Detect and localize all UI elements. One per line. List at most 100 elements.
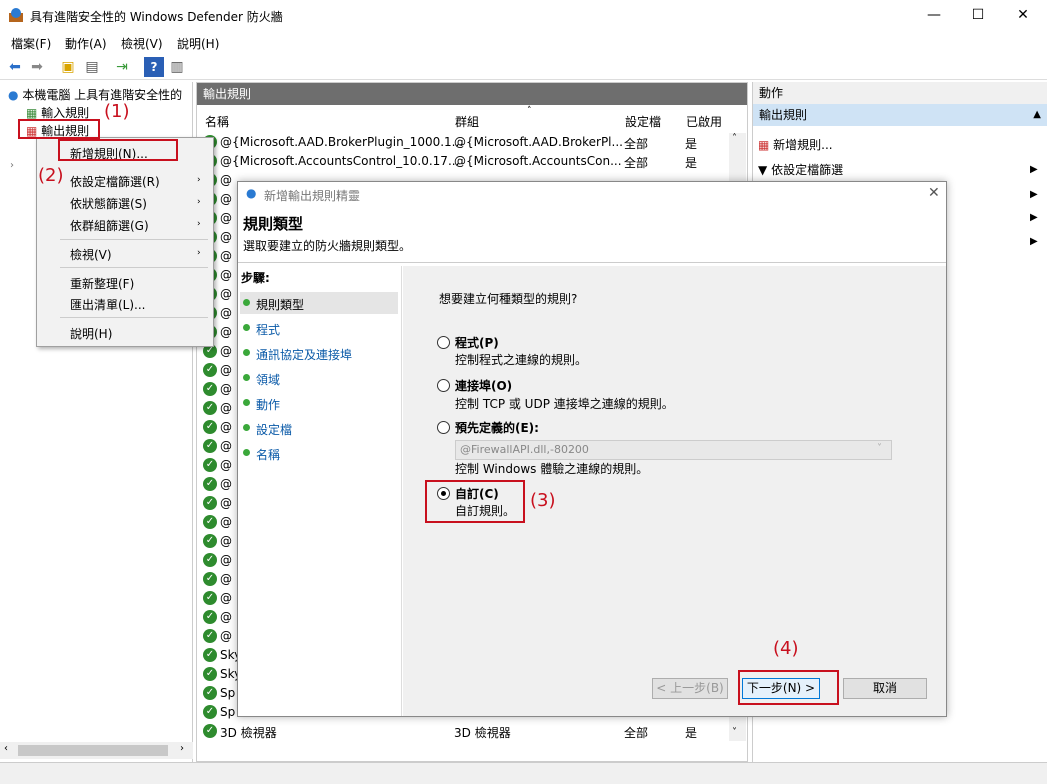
ctx-refresh[interactable]: 重新整理(F)	[70, 275, 134, 292]
filter-icon: ▼	[758, 163, 768, 177]
enabled-check-icon: ✓	[203, 515, 217, 529]
option-program-desc: 控制程式之連線的規則。	[455, 353, 588, 367]
step-name[interactable]: 名稱	[256, 446, 280, 463]
show-hide-tree-icon[interactable]: ▤	[82, 57, 102, 77]
actions-subheader[interactable]: 輸出規則 ▲	[753, 104, 1047, 126]
radio-port[interactable]	[437, 379, 450, 392]
enabled-check-icon: ✓	[203, 724, 217, 738]
step-dot-icon	[243, 324, 250, 331]
chevron-right-icon: ›	[197, 175, 201, 185]
step-profile[interactable]: 設定檔	[256, 421, 292, 438]
option-program-label: 程式(P)	[455, 336, 499, 350]
radio-program[interactable]	[437, 336, 450, 349]
annotation-box-4	[738, 670, 839, 705]
column-header-enabled[interactable]: 已啟用	[686, 112, 722, 132]
enabled-check-icon: ✓	[203, 401, 217, 415]
back-arrow-icon[interactable]: ⬅	[5, 57, 25, 77]
step-protocol-ports[interactable]: 通訊協定及連接埠	[256, 346, 352, 363]
menu-action[interactable]: 動作(A)	[65, 35, 107, 52]
menu-view[interactable]: 檢視(V)	[121, 35, 163, 52]
ctx-export[interactable]: 匯出清單(L)...	[70, 296, 146, 313]
tree-horizontal-scrollbar[interactable]: ‹ ›	[0, 742, 193, 759]
enabled-check-icon: ✓	[203, 496, 217, 510]
step-dot-icon	[243, 399, 250, 406]
rule-name: @	[220, 287, 232, 301]
firewall-icon: ●	[8, 88, 19, 102]
export-icon[interactable]: ⇥	[112, 57, 132, 77]
rule-name: @	[220, 553, 232, 567]
dialog-title: 新增輸出規則精靈	[264, 189, 361, 203]
close-button[interactable]: ✕	[1000, 0, 1046, 31]
forward-arrow-icon[interactable]: ➡	[27, 57, 47, 77]
enabled-check-icon: ✓	[203, 591, 217, 605]
enabled-check-icon: ✓	[203, 458, 217, 472]
action-new-rule[interactable]: ▦ 新增規則...	[758, 136, 833, 153]
enabled-check-icon: ✓	[203, 686, 217, 700]
radio-predefined[interactable]	[437, 421, 450, 434]
step-action[interactable]: 動作	[256, 396, 280, 413]
rule-name: @	[220, 420, 232, 434]
column-header-name[interactable]: 名稱	[205, 112, 229, 132]
ctx-filter-group[interactable]: 依群組篩選(G)	[70, 217, 149, 234]
ctx-filter-profile[interactable]: 依設定檔篩選(R)	[70, 173, 160, 190]
column-header-profile[interactable]: 設定檔	[625, 112, 661, 132]
chevron-right-icon: ›	[197, 197, 201, 207]
enabled-check-icon: ✓	[203, 553, 217, 567]
column-header-group[interactable]: 群組	[455, 112, 479, 132]
ctx-view[interactable]: 檢視(V)	[70, 246, 112, 263]
enabled-check-icon: ✓	[203, 648, 217, 662]
chevron-right-icon: ▶	[1030, 189, 1038, 200]
step-dot-icon	[243, 424, 250, 431]
option-port-desc: 控制 TCP 或 UDP 連接埠之連線的規則。	[455, 397, 674, 411]
expand-chevron-icon[interactable]: ›	[10, 160, 14, 171]
status-bar	[0, 762, 1047, 784]
step-scope[interactable]: 領域	[256, 371, 280, 388]
rule-name: @	[220, 230, 232, 244]
rule-type-question: 想要建立何種類型的規則?	[439, 292, 578, 306]
annotation-box-1	[18, 119, 100, 139]
inbound-rules-icon: ▦	[26, 106, 38, 120]
menu-file[interactable]: 檔案(F)	[11, 35, 51, 52]
table-row[interactable]: ✓ @{Microsoft.AAD.BrokerPlugin_1000.1...…	[203, 133, 733, 152]
predefined-select[interactable]: @FirewallAPI.dll,-80200 ˅	[455, 440, 892, 460]
enabled-check-icon: ✓	[203, 363, 217, 377]
step-rule-type[interactable]: 規則類型	[256, 296, 304, 313]
show-action-pane-icon[interactable]: ▥	[167, 57, 187, 77]
annotation-box-3	[425, 480, 525, 523]
actions-header: 動作	[753, 82, 1047, 104]
step-dot-icon	[243, 449, 250, 456]
dialog-close-icon[interactable]: ✕	[928, 185, 940, 201]
action-filter-profile[interactable]: ▼ 依設定檔篩選	[758, 161, 843, 178]
cancel-button[interactable]: 取消	[843, 678, 927, 699]
rule-name: @	[220, 629, 232, 643]
folder-up-icon[interactable]: ▣	[58, 57, 78, 77]
maximize-button[interactable]: ☐	[955, 0, 1001, 31]
minimize-button[interactable]: —	[911, 0, 957, 31]
step-program[interactable]: 程式	[256, 321, 280, 338]
annotation-label-2: (2)	[38, 165, 64, 186]
ctx-help[interactable]: 說明(H)	[70, 325, 112, 342]
annotation-box-2	[58, 139, 178, 161]
menu-help[interactable]: 說明(H)	[177, 35, 219, 52]
rule-name: @	[220, 401, 232, 415]
divider	[60, 239, 208, 240]
collapse-icon[interactable]: ▲	[1033, 104, 1041, 126]
enabled-check-icon: ✓	[203, 705, 217, 719]
firewall-icon: ●	[246, 186, 257, 200]
step-dot-icon	[243, 349, 250, 356]
table-row[interactable]: ✓ @{Microsoft.AccountsControl_10.0.17...…	[203, 152, 733, 171]
tree-root[interactable]: ● 本機電腦 上具有進階安全性的	[8, 86, 182, 103]
rule-name: @	[220, 268, 232, 282]
rule-name: @	[220, 496, 232, 510]
table-row[interactable]: ✓ 3D 檢視器 3D 檢視器 全部 是	[203, 722, 733, 741]
chevron-right-icon: ›	[197, 219, 201, 229]
help-icon[interactable]: ?	[144, 57, 164, 77]
enabled-check-icon: ✓	[203, 629, 217, 643]
option-predefined-desc: 控制 Windows 體驗之連線的規則。	[455, 462, 649, 476]
enabled-check-icon: ✓	[203, 382, 217, 396]
rule-name: @	[220, 306, 232, 320]
dialog-heading: 規則類型	[243, 215, 304, 233]
back-button[interactable]: < 上一步(B)	[652, 678, 728, 699]
ctx-filter-state[interactable]: 依狀態篩選(S)	[70, 195, 147, 212]
annotation-label-4: (4)	[773, 638, 799, 659]
